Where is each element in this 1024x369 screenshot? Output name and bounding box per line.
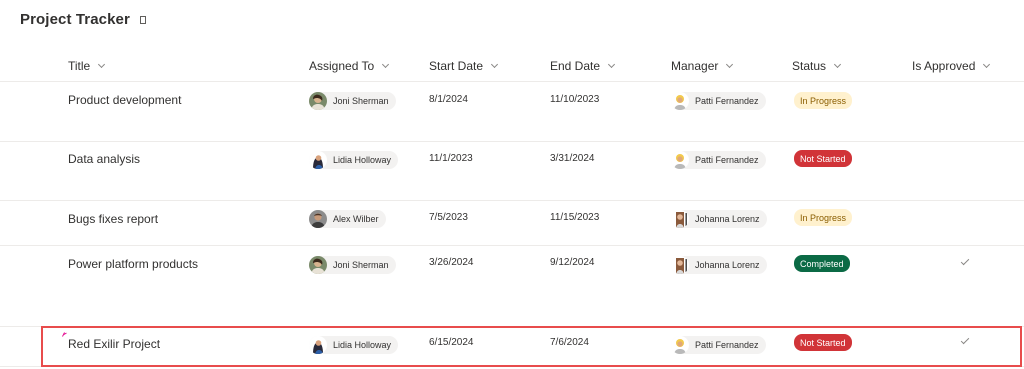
status-badge: In Progress (794, 209, 853, 226)
manager-persona[interactable]: Johanna Lorenz (671, 256, 767, 274)
title-cell[interactable]: Bugs fixes report (68, 212, 158, 226)
chevron-down-icon (98, 60, 106, 68)
table-row[interactable]: Red Exilir Project Lidia Holloway 6/15/2… (0, 326, 1024, 367)
assigned-to-persona[interactable]: Lidia Holloway (309, 151, 399, 169)
status-badge: In Progress (794, 92, 853, 109)
persona-name: Patti Fernandez (695, 340, 759, 350)
chevron-down-icon (833, 60, 842, 68)
chevron-down-icon (382, 60, 390, 68)
list-header: Project Tracker (20, 11, 146, 28)
column-header-label: Start Date (429, 59, 484, 73)
end-date-cell: 7/6/2024 (550, 337, 589, 348)
column-header-label: Is Approved (912, 59, 976, 73)
column-header-label: End Date (550, 59, 601, 73)
chevron-down-icon (726, 60, 734, 68)
persona-name: Alex Wilber (333, 214, 379, 224)
johanna-avatar (671, 210, 689, 228)
start-date-cell: 6/15/2024 (429, 337, 474, 348)
chevron-down-icon (608, 60, 616, 68)
start-date-cell: 7/5/2023 (429, 212, 468, 223)
assigned-to-persona[interactable]: Joni Sherman (309, 92, 396, 110)
end-date-cell: 9/12/2024 (550, 257, 595, 268)
column-header-status[interactable]: Status (792, 59, 842, 73)
assigned-to-persona[interactable]: Lidia Holloway (309, 336, 399, 354)
alex-avatar (309, 210, 327, 228)
lidia-avatar (309, 336, 327, 354)
list-info-icon[interactable] (139, 15, 146, 24)
column-header-row: Title Assigned To Start Date End Date Ma… (0, 54, 1024, 82)
persona-name: Johanna Lorenz (695, 260, 760, 270)
table-row[interactable]: Data analysis Lidia Holloway 11/1/2023 3… (0, 142, 1024, 201)
manager-persona[interactable]: Patti Fernandez (671, 92, 766, 110)
chevron-down-icon (490, 60, 499, 68)
persona-name: Lidia Holloway (333, 340, 392, 350)
page-title: Project Tracker (20, 11, 130, 28)
new-item-icon (62, 332, 67, 337)
column-header-label: Title (68, 59, 91, 73)
persona-name: Lidia Holloway (333, 155, 392, 165)
start-date-cell: 8/1/2024 (429, 94, 468, 105)
manager-persona[interactable]: Patti Fernandez (671, 336, 766, 354)
table-row[interactable]: Product development Joni Sherman 8/1/202… (0, 83, 1024, 142)
persona-name: Joni Sherman (333, 96, 389, 106)
start-date-cell: 11/1/2023 (429, 153, 473, 164)
title-cell[interactable]: Data analysis (68, 152, 140, 166)
column-header-title[interactable]: Title (68, 59, 106, 73)
assigned-to-persona[interactable]: Alex Wilber (309, 210, 386, 228)
start-date-cell: 3/26/2024 (429, 257, 474, 268)
manager-persona[interactable]: Johanna Lorenz (671, 210, 767, 228)
manager-persona[interactable]: Patti Fernandez (671, 151, 766, 169)
checkmark-icon (960, 256, 970, 266)
patti-avatar (671, 92, 689, 110)
persona-name: Joni Sherman (333, 260, 389, 270)
end-date-cell: 3/31/2024 (550, 153, 595, 164)
checkmark-icon (960, 335, 970, 345)
status-badge: Not Started (794, 150, 852, 167)
column-header-start-date[interactable]: Start Date (429, 59, 499, 73)
status-badge: Completed (794, 255, 850, 272)
table-row[interactable]: Power platform products Joni Sherman 3/2… (0, 246, 1024, 326)
joni-avatar (309, 256, 327, 274)
column-header-label: Assigned To (309, 59, 375, 73)
column-header-label: Status (792, 59, 827, 73)
assigned-to-persona[interactable]: Joni Sherman (309, 256, 396, 274)
status-badge: Not Started (794, 334, 852, 351)
title-cell[interactable]: Red Exilir Project (68, 337, 160, 351)
persona-name: Patti Fernandez (695, 96, 759, 106)
johanna-avatar (671, 256, 689, 274)
patti-avatar (671, 151, 689, 169)
persona-name: Johanna Lorenz (695, 214, 760, 224)
end-date-cell: 11/10/2023 (550, 94, 600, 105)
column-header-assigned-to[interactable]: Assigned To (309, 59, 390, 73)
title-cell[interactable]: Product development (68, 93, 181, 107)
table-row[interactable]: Bugs fixes report Alex Wilber 7/5/2023 1… (0, 201, 1024, 246)
column-header-manager[interactable]: Manager (671, 59, 734, 73)
column-header-end-date[interactable]: End Date (550, 59, 616, 73)
title-cell[interactable]: Power platform products (68, 257, 198, 271)
joni-avatar (309, 92, 327, 110)
chevron-down-icon (983, 60, 991, 68)
lidia-avatar (309, 151, 327, 169)
patti-avatar (671, 336, 689, 354)
column-header-is-approved[interactable]: Is Approved (912, 59, 991, 73)
end-date-cell: 11/15/2023 (550, 212, 600, 223)
column-header-label: Manager (671, 59, 719, 73)
persona-name: Patti Fernandez (695, 155, 759, 165)
